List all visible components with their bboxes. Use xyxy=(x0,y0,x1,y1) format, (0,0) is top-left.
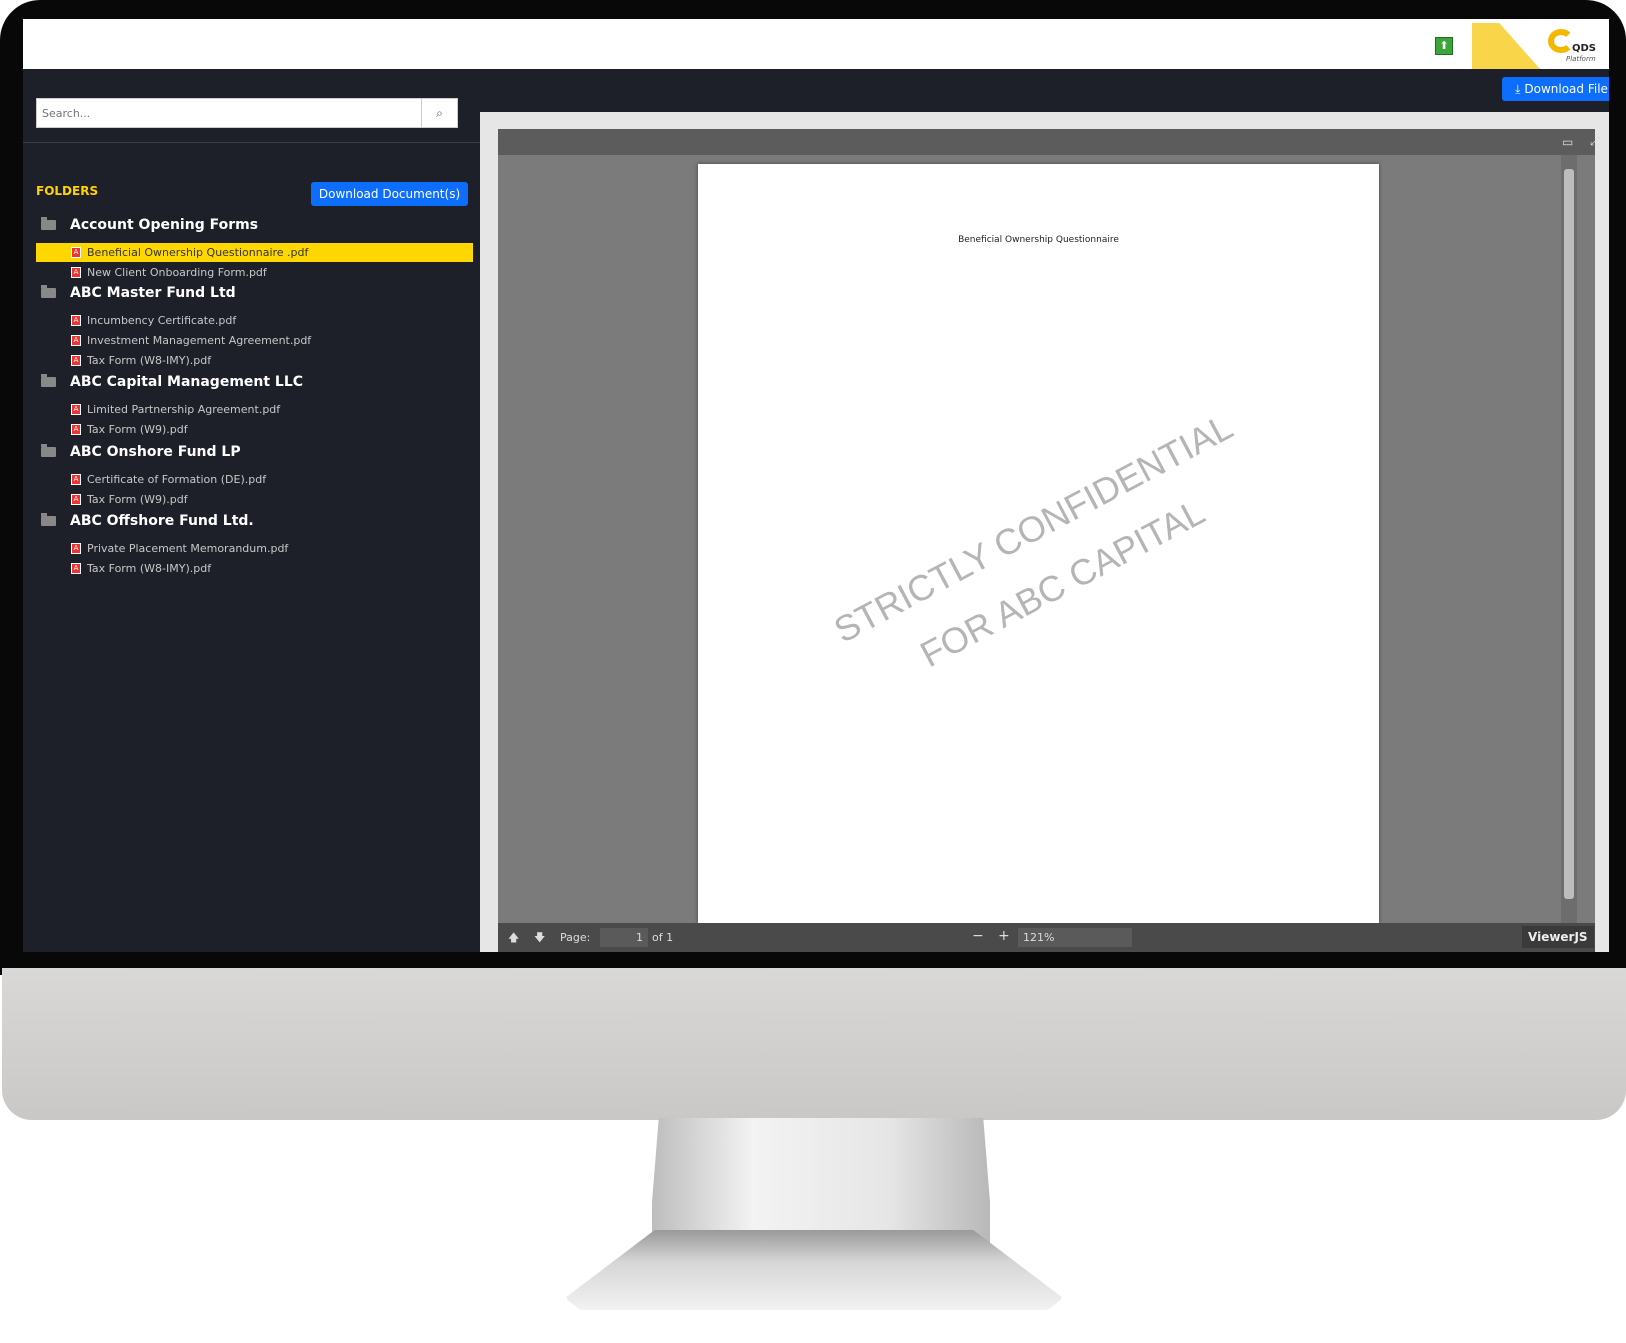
file-item[interactable]: A Limited Partnership Agreement.pdf xyxy=(36,400,473,419)
pdf-file-icon: A xyxy=(71,404,81,415)
viewer-bottom-toolbar: 🡅 🡇 Page: 1 of 1 − + 121% ViewerJS xyxy=(498,923,1595,952)
folder-item[interactable]: ABC Onshore Fund LP xyxy=(41,444,241,460)
download-file-button[interactable]: ⤓ Download File xyxy=(1502,77,1609,101)
zoom-in-button[interactable]: + xyxy=(998,928,1010,944)
file-item[interactable]: A Incumbency Certificate.pdf xyxy=(36,311,473,330)
watermark: STRICTLY CONFIDENTIAL FOR ABC CAPITAL xyxy=(827,405,1240,676)
monitor-stand-base xyxy=(565,1230,1063,1310)
search-icon[interactable]: ⌕ xyxy=(421,99,457,127)
download-documents-button[interactable]: Download Document(s) xyxy=(311,182,468,206)
pdf-file-icon: A xyxy=(71,315,81,326)
folder-item[interactable]: ABC Capital Management LLC xyxy=(41,374,303,390)
pdf-viewer: ▭ ⤢ Beneficial Ownership Questionnaire S… xyxy=(498,129,1600,952)
logo-decoration xyxy=(1472,23,1540,69)
file-item[interactable]: A Beneficial Ownership Questionnaire .pdf xyxy=(36,243,473,262)
viewer-top-toolbar: ▭ ⤢ xyxy=(498,129,1600,155)
pdf-file-icon: A xyxy=(71,424,81,435)
zoom-select[interactable]: 121% xyxy=(1018,928,1132,947)
folder-item[interactable]: ABC Offshore Fund Ltd. xyxy=(41,513,254,529)
pdf-file-icon: A xyxy=(71,355,81,366)
divider xyxy=(23,142,480,143)
file-item[interactable]: A Tax Form (W8-IMY).pdf xyxy=(36,351,473,370)
qds-logo: QDS Platform xyxy=(1548,27,1608,67)
file-item[interactable]: A Tax Form (W8-IMY).pdf xyxy=(36,559,473,578)
app-header: ⬆ QDS Platform xyxy=(23,19,1609,69)
file-item[interactable]: A Private Placement Memorandum.pdf xyxy=(36,539,473,558)
folder-icon xyxy=(41,285,56,298)
pdf-file-icon: A xyxy=(71,474,81,485)
toolbar: ⤓ Download File xyxy=(480,69,1609,112)
previous-page-icon[interactable]: 🡅 xyxy=(508,929,519,948)
monitor-chin xyxy=(2,968,1626,1120)
file-item[interactable]: A Tax Form (W9).pdf xyxy=(36,420,473,439)
folders-label: FOLDERS xyxy=(36,184,99,198)
pdf-file-icon: A xyxy=(71,247,81,258)
page-number-input[interactable]: 1 xyxy=(600,928,648,947)
file-item[interactable]: A Tax Form (W9).pdf xyxy=(36,490,473,509)
search-box: ⌕ xyxy=(36,98,458,128)
fullscreen-icon[interactable]: ⤢ xyxy=(1590,134,1600,149)
folder-item[interactable]: Account Opening Forms xyxy=(41,217,258,233)
app-screen: ⬆ QDS Platform ⌕ FOLDERS Download Docume… xyxy=(23,19,1609,952)
search-input[interactable] xyxy=(37,99,421,127)
file-item[interactable]: A New Client Onboarding Form.pdf xyxy=(36,263,473,282)
pdf-file-icon: A xyxy=(71,267,81,278)
folder-icon xyxy=(41,374,56,387)
next-page-icon[interactable]: 🡇 xyxy=(534,929,545,948)
pdf-file-icon: A xyxy=(71,335,81,346)
pdf-file-icon: A xyxy=(71,543,81,554)
sidebar: ⌕ FOLDERS Download Document(s) Account O… xyxy=(23,69,480,952)
pdf-file-icon: A xyxy=(71,563,81,574)
document-title: Beneficial Ownership Questionnaire xyxy=(958,235,1119,245)
file-item[interactable]: A Investment Management Agreement.pdf xyxy=(36,331,473,350)
zoom-out-button[interactable]: − xyxy=(972,928,984,944)
folder-icon xyxy=(41,444,56,457)
folder-icon xyxy=(41,513,56,526)
download-icon: ⤓ xyxy=(1515,81,1521,96)
file-item[interactable]: A Certificate of Formation (DE).pdf xyxy=(36,470,473,489)
viewerjs-brand[interactable]: ViewerJS xyxy=(1522,926,1594,948)
upload-icon[interactable]: ⬆ xyxy=(1435,37,1453,55)
folder-item[interactable]: ABC Master Fund Ltd xyxy=(41,285,236,301)
scrollbar[interactable] xyxy=(1561,155,1577,923)
pdf-file-icon: A xyxy=(71,494,81,505)
presentation-icon[interactable]: ▭ xyxy=(1562,135,1573,149)
folder-icon xyxy=(41,217,56,230)
pdf-page: Beneficial Ownership Questionnaire STRIC… xyxy=(698,164,1379,923)
